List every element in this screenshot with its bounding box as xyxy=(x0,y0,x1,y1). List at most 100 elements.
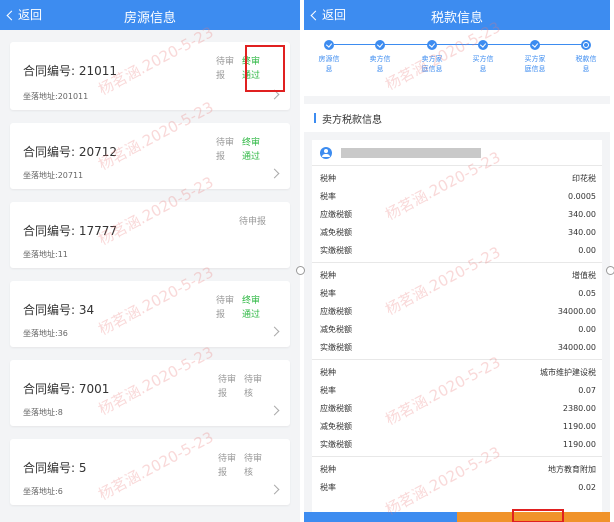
tax-row: 应缴税额 340.00 xyxy=(312,205,602,223)
status-pending: 待审报 xyxy=(216,296,235,320)
current-step-icon xyxy=(581,40,591,50)
right-screen: 返回 税款信息 房源信息 卖方信息 卖方家庭信息 买方信息 买方家庭信息 税款信… xyxy=(304,0,610,522)
tax-row: 实缴税额 0.00 xyxy=(312,241,602,259)
property-card[interactable]: 合同编号: 17777 待申报 坐落地址:11 xyxy=(10,202,290,268)
tax-field-value: 增值税 xyxy=(572,270,596,280)
next-button[interactable] xyxy=(457,509,610,522)
step-label: 房源信息 xyxy=(318,55,340,73)
seller-row xyxy=(312,140,602,166)
masked-seller-name xyxy=(341,147,481,158)
chevron-right-icon xyxy=(269,484,280,495)
status-group: 待申报 xyxy=(239,215,266,229)
status-pending: 待审报 xyxy=(216,138,235,162)
tax-field-label: 实缴税额 xyxy=(320,342,352,352)
tax-field-value: 0.02 xyxy=(578,482,596,492)
page-title: 房源信息 xyxy=(123,11,176,26)
step-label: 税款信息 xyxy=(575,55,597,73)
tax-field-label: 税种 xyxy=(320,464,336,474)
check-icon xyxy=(530,40,540,50)
tax-field-label: 实缴税额 xyxy=(320,245,352,255)
status-group: 待审报 待审核 xyxy=(218,373,266,401)
tax-field-value: 0.0005 xyxy=(568,191,596,201)
tax-row: 减免税额 1190.00 xyxy=(312,417,602,435)
tax-field-value: 1190.00 xyxy=(562,421,596,431)
highlight-box xyxy=(512,509,564,522)
tax-field-label: 应缴税额 xyxy=(320,403,352,413)
step-item[interactable]: 卖方信息 xyxy=(360,40,400,74)
step-label: 卖方信息 xyxy=(369,55,391,73)
chevron-right-icon xyxy=(269,326,280,337)
step-item-current[interactable]: 税款信息 xyxy=(566,40,606,74)
user-icon xyxy=(320,146,332,159)
step-item[interactable]: 卖方家庭信息 xyxy=(412,40,452,74)
step-label: 卖方家庭信息 xyxy=(421,55,443,73)
tax-row: 减免税额 0.00 xyxy=(312,320,602,338)
tax-row: 税率 0.0005 xyxy=(312,187,602,205)
tax-field-value: 34000.00 xyxy=(557,342,596,352)
tax-field-label: 税率 xyxy=(320,191,336,201)
status-group: 待审报 待审核 xyxy=(218,452,266,480)
section-title: 卖方税款信息 xyxy=(322,114,382,126)
tax-field-value: 0.00 xyxy=(578,324,596,334)
tax-field-value: 340.00 xyxy=(568,227,596,237)
contract-number: 合同编号: 21011 xyxy=(23,64,118,78)
tax-row: 税种 地方教育附加 xyxy=(312,460,602,478)
property-address: 坐落地址:201011 xyxy=(23,92,89,101)
chevron-right-icon xyxy=(269,168,280,179)
tax-group: 税种 地方教育附加 税率 0.02 xyxy=(312,457,602,499)
property-card[interactable]: 合同编号: 34 待审报 终审通过 坐落地址:36 xyxy=(10,281,290,347)
tax-field-value: 0.05 xyxy=(578,288,596,298)
tax-field-label: 税种 xyxy=(320,173,336,183)
tax-group: 税种 印花税 税率 0.0005 应缴税额 340.00 减免税额 340.00 实缴税… xyxy=(312,166,602,263)
property-address: 坐落地址:6 xyxy=(23,487,63,496)
tax-field-label: 减免税额 xyxy=(320,324,352,334)
step-item[interactable]: 买方家庭信息 xyxy=(515,40,555,74)
tax-row: 税率 0.02 xyxy=(312,478,602,496)
tax-field-value: 34000.00 xyxy=(557,306,596,316)
step-item[interactable]: 房源信息 xyxy=(309,40,349,74)
property-card[interactable]: 合同编号: 7001 待审报 待审核 坐落地址:8 xyxy=(10,360,290,426)
step-label: 买方家庭信息 xyxy=(524,55,546,73)
tax-field-label: 实缴税额 xyxy=(320,439,352,449)
step-label: 买方信息 xyxy=(472,55,494,73)
check-icon xyxy=(478,40,488,50)
top-nav-bar: 返回 房源信息 xyxy=(0,0,300,30)
property-address: 坐落地址:11 xyxy=(23,250,68,259)
status-pending: 待审报 xyxy=(216,57,235,81)
status-pending: 待审报 xyxy=(218,454,237,478)
tax-field-label: 应缴税额 xyxy=(320,209,352,219)
step-item[interactable]: 买方信息 xyxy=(463,40,503,74)
tax-field-label: 税种 xyxy=(320,270,336,280)
tax-row: 实缴税额 1190.00 xyxy=(312,435,602,453)
left-screen: 返回 房源信息 合同编号: 21011 待审报 终审通过 坐落地址:201011… xyxy=(0,0,300,522)
property-address: 坐落地址:36 xyxy=(23,329,68,338)
tax-field-value: 340.00 xyxy=(568,209,596,219)
tax-field-value: 1190.00 xyxy=(562,439,596,449)
check-icon xyxy=(427,40,437,50)
top-nav-bar: 返回 税款信息 xyxy=(304,0,610,30)
progress-steps: 房源信息 卖方信息 卖方家庭信息 买方信息 买方家庭信息 税款信息 xyxy=(304,30,610,96)
status-group: 待审报 终审通过 xyxy=(216,294,266,322)
property-address: 坐落地址:20711 xyxy=(23,171,84,180)
tax-field-value: 地方教育附加 xyxy=(548,464,596,474)
tax-row: 应缴税额 2380.00 xyxy=(312,399,602,417)
previous-button[interactable] xyxy=(304,512,457,522)
status-reviewing: 待审核 xyxy=(244,454,263,478)
contract-number: 合同编号: 5 xyxy=(23,461,87,475)
section-header: 卖方税款信息 xyxy=(304,104,610,132)
property-card[interactable]: 合同编号: 5 待审报 待审核 坐落地址:6 xyxy=(10,439,290,505)
tax-row: 减免税额 340.00 xyxy=(312,223,602,241)
tax-group: 税种 增值税 税率 0.05 应缴税额 34000.00 减免税额 0.00 实缴税额 3… xyxy=(312,263,602,360)
property-card[interactable]: 合同编号: 20712 待审报 终审通过 坐落地址:20711 xyxy=(10,123,290,189)
tax-field-label: 税种 xyxy=(320,367,336,377)
contract-number: 合同编号: 17777 xyxy=(23,224,118,238)
tax-field-label: 税率 xyxy=(320,385,336,395)
tax-field-value: 2380.00 xyxy=(562,403,596,413)
property-address: 坐落地址:8 xyxy=(23,408,63,417)
tax-field-value: 0.00 xyxy=(578,245,596,255)
contract-number: 合同编号: 34 xyxy=(23,303,95,317)
tax-row: 税种 增值税 xyxy=(312,266,602,284)
section-bar xyxy=(314,113,316,123)
highlight-box xyxy=(245,45,285,92)
status-group: 待审报 终审通过 xyxy=(216,136,266,164)
